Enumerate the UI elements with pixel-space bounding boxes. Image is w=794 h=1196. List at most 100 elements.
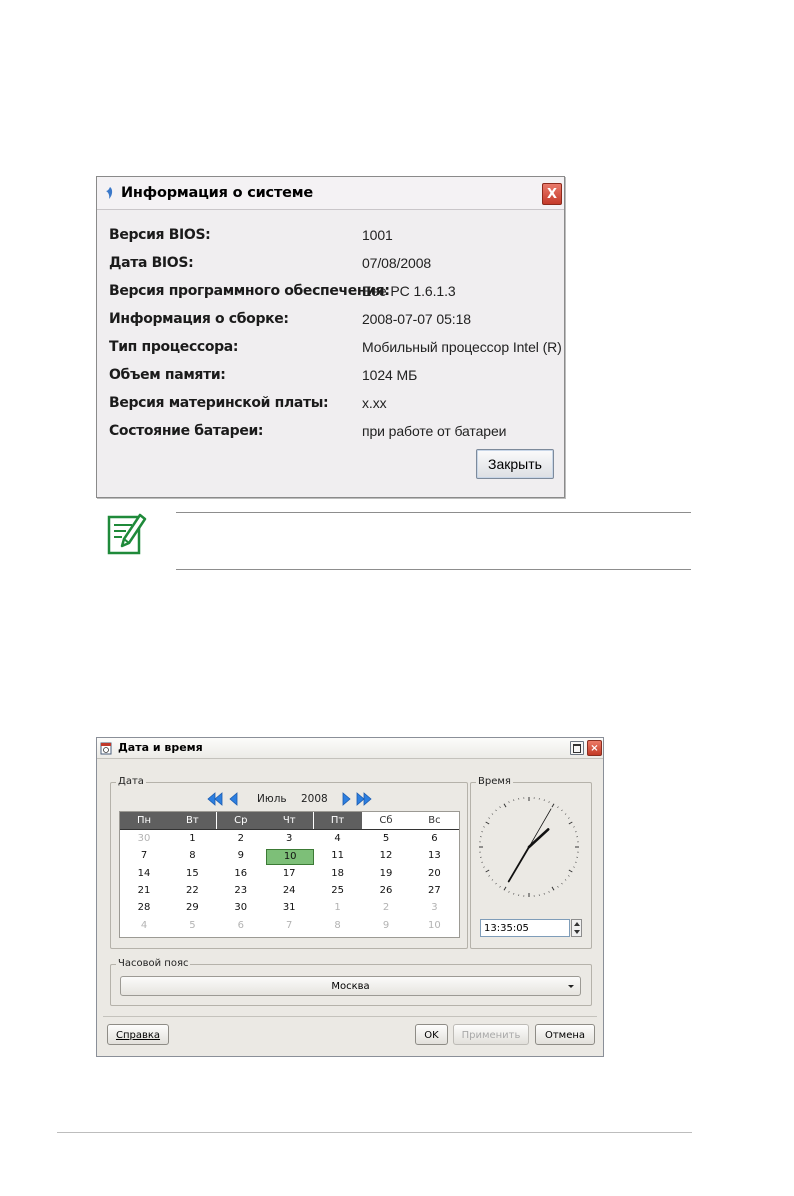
- info-value: Мобильный процессор Intel (R): [362, 339, 562, 355]
- calendar-day[interactable]: 1: [168, 831, 216, 847]
- info-row-cpu-type: Тип процессора: Мобильный процессор Inte…: [109, 339, 562, 359]
- info-value: 07/08/2008: [362, 255, 432, 271]
- calendar-day[interactable]: 5: [168, 918, 216, 934]
- calendar-day[interactable]: 14: [120, 866, 168, 882]
- weekday-header-cell: Вт: [168, 812, 217, 829]
- close-icon[interactable]: X: [542, 183, 562, 205]
- weekday-header: Пн Вт Ср Чт Пт Сб Вс: [120, 812, 459, 829]
- calendar-day[interactable]: 6: [410, 831, 458, 847]
- calendar-day[interactable]: 30: [120, 831, 168, 847]
- next-month-icon[interactable]: [338, 791, 354, 807]
- help-button[interactable]: Справка: [107, 1024, 169, 1045]
- app-icon: [106, 187, 113, 199]
- info-value: при работе от батареи: [362, 423, 507, 439]
- calendar-day[interactable]: 12: [362, 848, 410, 864]
- info-row-build-info: Информация о сборке: 2008-07-07 05:18: [109, 311, 554, 331]
- calendar-day[interactable]: 8: [314, 918, 362, 934]
- calendar-day[interactable]: 7: [120, 848, 168, 864]
- spin-down-icon[interactable]: [574, 930, 580, 934]
- calendar-day[interactable]: 18: [314, 866, 362, 882]
- info-label: Дата BIOS:: [109, 255, 194, 271]
- calendar-day[interactable]: 26: [362, 883, 410, 899]
- calendar-day[interactable]: 5: [362, 831, 410, 847]
- calendar-day[interactable]: 1: [314, 900, 362, 916]
- calendar-day[interactable]: 7: [265, 918, 313, 934]
- next-year-icon[interactable]: [356, 791, 372, 807]
- calendar-day[interactable]: 2: [362, 900, 410, 916]
- prev-year-icon[interactable]: [207, 791, 223, 807]
- weekday-divider: [120, 829, 459, 830]
- calendar-day[interactable]: 9: [217, 848, 265, 864]
- info-label: Информация о сборке:: [109, 311, 289, 327]
- close-icon[interactable]: ×: [587, 740, 602, 756]
- apply-button-label: Применить: [461, 1030, 521, 1041]
- month-label: Июль: [257, 793, 287, 805]
- system-info-dialog: Информация о системе X Версия BIOS: 1001…: [96, 176, 565, 498]
- calendar-day[interactable]: 16: [217, 866, 265, 882]
- weekday-header-cell: Пн: [120, 812, 168, 829]
- note-rule-bottom: [176, 569, 691, 570]
- calendar-day[interactable]: 23: [217, 883, 265, 899]
- calendar-day[interactable]: 4: [314, 831, 362, 847]
- calendar-day[interactable]: 6: [217, 918, 265, 934]
- calendar-day[interactable]: 10: [266, 849, 315, 866]
- calendar-day[interactable]: 13: [410, 848, 458, 864]
- cancel-button-label: Отмена: [544, 1030, 586, 1041]
- info-row-battery: Состояние батареи: при работе от батареи: [109, 423, 554, 443]
- ok-button[interactable]: OK: [415, 1024, 448, 1045]
- dialog-title: Информация о системе: [121, 185, 314, 201]
- date-time-window: Дата и время × Дата Июль 2008 Пн Вт Ср Чт Пт…: [96, 737, 604, 1057]
- weekday-header-cell: Ср: [216, 812, 265, 829]
- calendar-day[interactable]: 21: [120, 883, 168, 899]
- calendar-day[interactable]: 4: [120, 918, 168, 934]
- calendar-day[interactable]: 2: [217, 831, 265, 847]
- info-row-memory: Объем памяти: 1024 МБ: [109, 367, 554, 387]
- calendar-day[interactable]: 3: [410, 900, 458, 916]
- calendar-day[interactable]: 3: [265, 831, 313, 847]
- button-divider: [103, 1016, 597, 1017]
- calendar-day[interactable]: 28: [120, 900, 168, 916]
- calendar-day[interactable]: 8: [168, 848, 216, 864]
- calendar-day[interactable]: 20: [410, 866, 458, 882]
- calendar-day[interactable]: 17: [265, 866, 313, 882]
- window-titlebar: Дата и время ×: [97, 738, 603, 759]
- calendar-day[interactable]: 11: [314, 848, 362, 864]
- time-input[interactable]: 13:35:05: [480, 919, 570, 937]
- calendar-day[interactable]: 27: [410, 883, 458, 899]
- calendar-day[interactable]: 10: [410, 918, 458, 934]
- maximize-icon[interactable]: [570, 741, 584, 755]
- page-footer-rule: [57, 1132, 692, 1133]
- time-spinner[interactable]: [571, 919, 582, 937]
- spin-up-icon[interactable]: [574, 922, 580, 926]
- calendar-day[interactable]: 25: [314, 883, 362, 899]
- calendar-day[interactable]: 15: [168, 866, 216, 882]
- info-label: Версия BIOS:: [109, 227, 211, 243]
- close-button[interactable]: Закрыть: [476, 449, 554, 479]
- cancel-button[interactable]: Отмена: [535, 1024, 595, 1045]
- prev-month-icon[interactable]: [226, 791, 242, 807]
- year-label: 2008: [301, 793, 328, 805]
- calendar-day[interactable]: 29: [168, 900, 216, 916]
- info-row-motherboard: Версия материнской платы: x.xx: [109, 395, 554, 415]
- note-pencil-icon: [107, 513, 147, 555]
- info-value: 2008-07-07 05:18: [362, 311, 471, 327]
- calendar-day[interactable]: 19: [362, 866, 410, 882]
- info-value: Eee PC 1.6.1.3: [362, 283, 456, 299]
- chevron-down-icon: [568, 985, 574, 988]
- timezone-select[interactable]: Москва: [120, 976, 581, 996]
- weekday-header-cell: Пт: [313, 812, 362, 829]
- calendar-day[interactable]: 22: [168, 883, 216, 899]
- info-label: Версия материнской платы:: [109, 395, 329, 411]
- timezone-group-label: Часовой пояс: [116, 958, 191, 969]
- help-button-label: Справка: [115, 1030, 161, 1041]
- calendar-day[interactable]: 9: [362, 918, 410, 934]
- apply-button[interactable]: Применить: [453, 1024, 529, 1045]
- weekday-header-cell: Сб: [362, 812, 410, 829]
- info-value: 1001: [362, 227, 393, 243]
- info-value: 1024 МБ: [362, 367, 418, 383]
- calendar-day[interactable]: 31: [265, 900, 313, 916]
- info-row-software-version: Версия программного обеспечения: Eee PC …: [109, 283, 554, 303]
- info-label: Состояние батареи:: [109, 423, 264, 439]
- calendar-day[interactable]: 24: [265, 883, 313, 899]
- calendar-day[interactable]: 30: [217, 900, 265, 916]
